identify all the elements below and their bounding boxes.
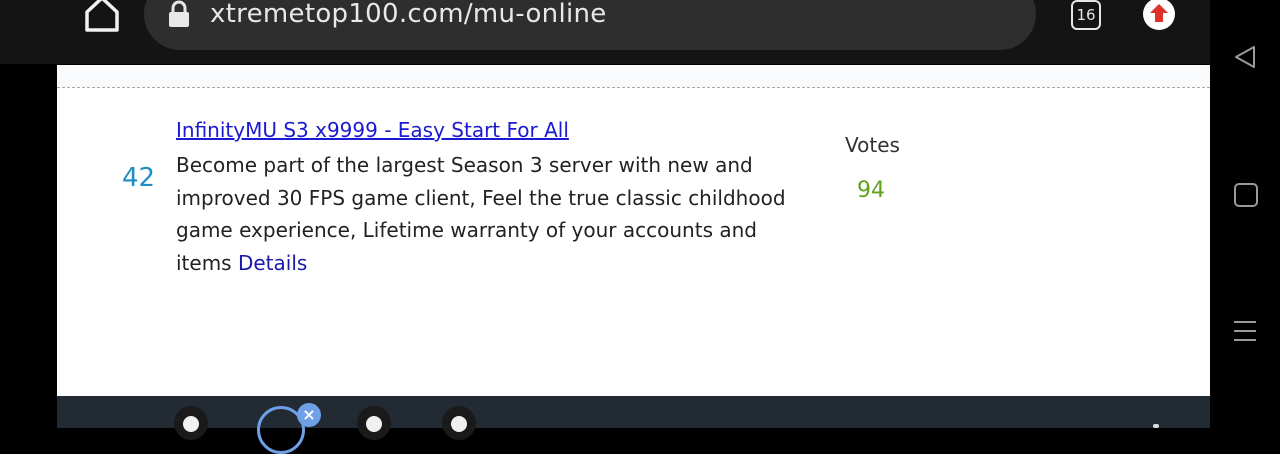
- dock-app-icon[interactable]: [174, 406, 208, 440]
- dashed-divider: [57, 87, 1210, 88]
- back-triangle-icon[interactable]: [1232, 44, 1258, 70]
- tabs-button[interactable]: 16: [1071, 0, 1101, 30]
- home-icon[interactable]: [82, 0, 122, 34]
- server-rank: 42: [122, 163, 156, 193]
- details-link[interactable]: Details: [238, 251, 307, 275]
- page-content: 42 InfinityMU S3 x9999 - Easy Start For …: [57, 65, 1210, 396]
- dock-app-icon[interactable]: [357, 406, 391, 440]
- tab-count: 16: [1076, 6, 1096, 24]
- dock-app-icon[interactable]: [442, 406, 476, 440]
- square-icon[interactable]: [1234, 183, 1258, 207]
- bottom-toolbar: ×: [57, 396, 1210, 454]
- header-strip: [57, 65, 1210, 87]
- address-bar[interactable]: xtremetop100.com/mu-online: [144, 0, 1036, 50]
- votes-label: Votes: [845, 133, 900, 157]
- server-title-link[interactable]: InfinityMU S3 x9999 - Easy Start For All: [176, 118, 569, 142]
- overflow-icon[interactable]: [1153, 424, 1159, 428]
- url-text[interactable]: xtremetop100.com/mu-online: [210, 1, 607, 27]
- close-icon[interactable]: ×: [297, 403, 321, 427]
- hamburger-icon[interactable]: [1234, 320, 1256, 342]
- votes-count: 94: [857, 178, 885, 203]
- lock-icon: [168, 0, 190, 28]
- system-nav-bar: [1210, 0, 1280, 428]
- server-description: Become part of the largest Season 3 serv…: [176, 149, 816, 279]
- browser-toolbar: xtremetop100.com/mu-online 16: [0, 0, 1210, 64]
- update-arrow-icon[interactable]: [1143, 0, 1175, 30]
